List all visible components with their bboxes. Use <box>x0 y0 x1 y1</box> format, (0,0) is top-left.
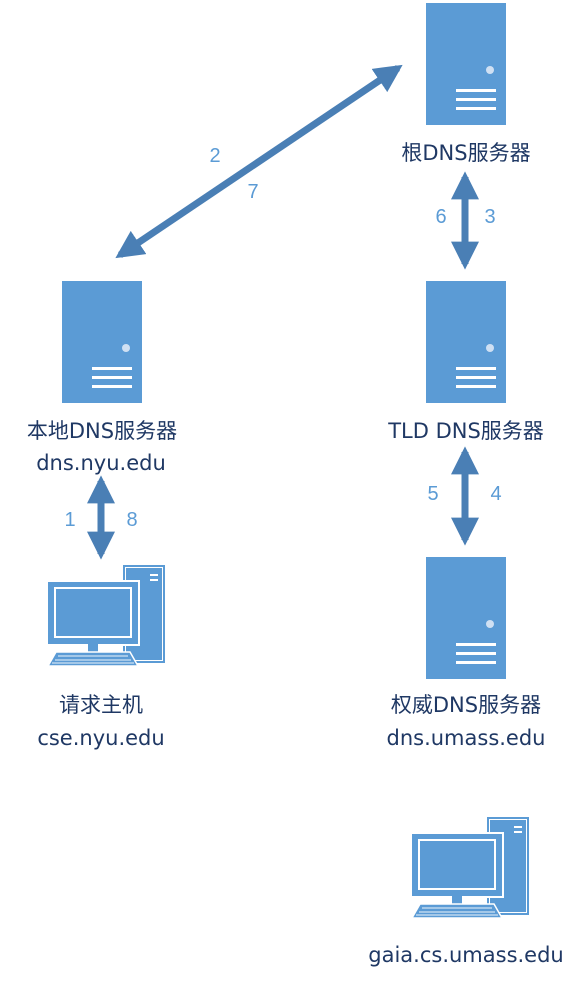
step-4-label: 4 <box>490 483 501 505</box>
auth-server-title: 权威DNS服务器 <box>391 693 541 717</box>
step-1-label: 1 <box>64 509 75 531</box>
root-server-title: 根DNS服务器 <box>401 141 530 165</box>
local-server-title: 本地DNS服务器 <box>27 419 177 443</box>
requester-computer-icon <box>45 565 165 667</box>
dns-diagram: 2 7 6 3 5 4 1 8 根DNS服务器 本地DNS服务器 dns.nyu… <box>27 3 564 967</box>
local-server-icon <box>62 281 142 403</box>
auth-server-icon <box>426 557 506 679</box>
step-6-label: 6 <box>435 206 446 228</box>
root-server-icon <box>426 3 506 125</box>
target-computer-icon <box>409 817 529 919</box>
step-7-label: 7 <box>247 181 258 203</box>
step-3-label: 3 <box>484 206 495 228</box>
step-5-label: 5 <box>427 483 438 505</box>
step-2-label: 2 <box>209 145 220 167</box>
requester-title: 请求主机 <box>59 693 143 717</box>
target-host: gaia.cs.umass.edu <box>368 943 564 967</box>
step-8-label: 8 <box>126 509 137 531</box>
tld-server-icon <box>426 281 506 403</box>
requester-host: cse.nyu.edu <box>37 726 164 750</box>
arrow-local-root <box>115 64 403 259</box>
tld-server-title: TLD DNS服务器 <box>387 419 544 443</box>
local-server-host: dns.nyu.edu <box>36 451 166 475</box>
auth-server-host: dns.umass.edu <box>386 726 545 750</box>
